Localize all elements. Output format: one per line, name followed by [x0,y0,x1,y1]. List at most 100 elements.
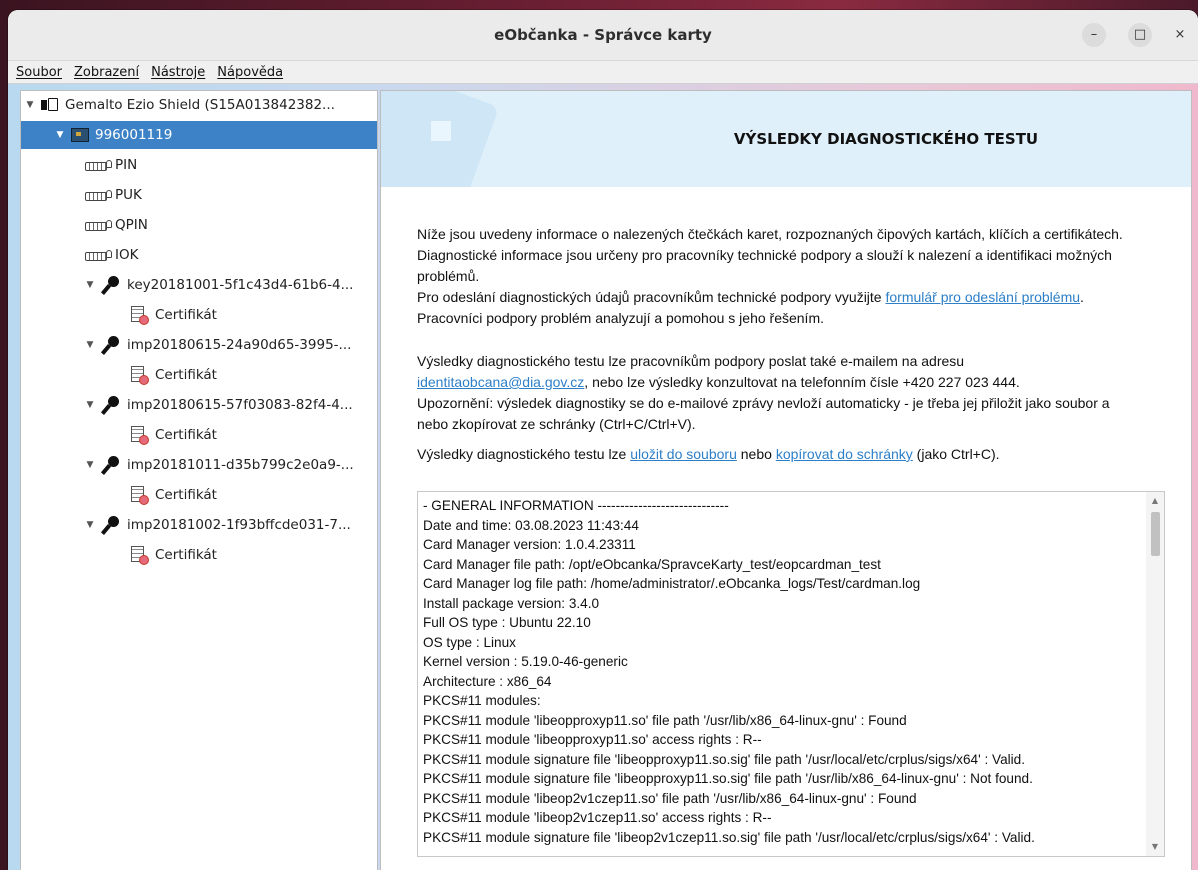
log-line: PKCS#11 module signature file 'libeoppro… [423,751,1026,767]
log-line: PKCS#11 module 'libeopproxyp11.so' file … [423,712,907,728]
key-icon [101,395,121,415]
page-title: VÝSLEDKY DIAGNOSTICKÉHO TESTU [733,130,1039,148]
copy-to-clipboard-link[interactable]: kopírovat do schránky [776,446,913,462]
tree-item-iok[interactable]: IOK [21,241,377,269]
intro-line: Pro odeslání diagnostických údajů pracov… [417,287,1171,308]
tree-item-key[interactable]: ▼ imp20181011-d35b799c2e0a9-... [21,451,377,479]
header-banner: VÝSLEDKY DIAGNOSTICKÉHO TESTU [381,91,1191,187]
log-line: Kernel version : 5.19.0-46-generic [423,654,628,669]
tree-item-key[interactable]: ▼ imp20181002-1f93bffcde031-7... [21,511,377,539]
expand-arrow-icon[interactable]: ▼ [85,400,95,410]
intro-line: Níže jsou uvedeny informace o nalezených… [417,226,1123,242]
save-to-file-link[interactable]: uložit do souboru [630,446,737,462]
reader-label: Gemalto Ezio Shield (S15A013842382... [65,97,335,113]
certificate-label: Certifikát [155,367,217,383]
key-label: imp20180615-57f03083-82f4-4... [127,397,353,413]
maximize-button[interactable]: □ [1128,23,1152,47]
intro-line: problémů. [417,268,480,284]
card-label: 996001119 [95,127,173,143]
intro-text: . [1080,289,1084,305]
tree-item-key[interactable]: ▼ imp20180615-24a90d65-3995-... [21,331,377,359]
expand-arrow-icon[interactable]: ▼ [85,280,95,290]
expand-arrow-icon[interactable]: ▼ [25,100,35,110]
tree-item-key[interactable]: ▼ key20181001-5f1c43d4-61b6-4... [21,271,377,299]
tree-item-certificate[interactable]: Certifikát [21,481,377,509]
pin-label: PIN [115,157,138,173]
log-line: Card Manager file path: /opt/eObcanka/Sp… [423,556,881,572]
email-line: identitaobcana@dia.gov.cz, nebo lze výsl… [417,372,1171,393]
card-tree[interactable]: ▼ Gemalto Ezio Shield (S15A013842382... … [20,90,378,870]
menu-soubor[interactable]: Soubor [10,65,68,80]
key-label: imp20181011-d35b799c2e0a9-... [127,457,354,473]
tree-item-certificate[interactable]: Certifikát [21,421,377,449]
pin-icon [85,189,113,201]
key-label: imp20181002-1f93bffcde031-7... [127,517,351,533]
scrollbar-thumb[interactable] [1151,512,1160,556]
email-text: , nebo lze výsledky konzultovat na telef… [584,374,1020,390]
log-line: PKCS#11 module 'libeop2v1czep11.so' acce… [423,810,772,825]
certificate-icon [129,365,149,385]
log-line: Full OS type : Ubuntu 22.10 [423,615,591,630]
certificate-label: Certifikát [155,547,217,563]
tree-item-pin[interactable]: PIN [21,151,377,179]
log-line: Card Manager version: 1.0.4.23311 [423,537,636,552]
save-paragraph: Výsledky diagnostického testu lze uložit… [417,444,1171,465]
key-label: key20181001-5f1c43d4-61b6-4... [127,277,354,293]
certificate-label: Certifikát [155,487,217,503]
log-line: Install package version: 3.4.0 [423,595,600,611]
tree-item-card[interactable]: ▼ 996001119 [21,121,377,149]
content-area: ▼ Gemalto Ezio Shield (S15A013842382... … [8,84,1198,870]
save-text: (jako Ctrl+C). [912,446,1000,462]
email-line: Výsledky diagnostického testu lze pracov… [417,353,965,369]
expand-arrow-icon[interactable]: ▼ [55,130,65,140]
certificate-icon [129,485,149,505]
card-reader-icon [41,98,59,112]
email-paragraph: Výsledky diagnostického testu lze pracov… [417,351,1171,435]
puk-label: PUK [115,187,142,203]
tree-item-key[interactable]: ▼ imp20180615-57f03083-82f4-4... [21,391,377,419]
title-bar[interactable]: eObčanka - Správce karty – □ × [8,10,1198,61]
log-line: OS type : Linux [423,634,516,650]
email-line: Upozornění: výsledek diagnostiky se do e… [417,395,1110,411]
support-email-link[interactable]: identitaobcana@dia.gov.cz [417,374,584,390]
tree-item-certificate[interactable]: Certifikát [21,361,377,389]
scroll-up-icon[interactable]: ▲ [1146,494,1164,508]
log-line: PKCS#11 module signature file 'libeoppro… [423,771,1033,786]
menu-bar: Soubor Zobrazení Nástroje Nápověda [8,61,1198,84]
log-line: Date and time: 03.08.2023 11:43:44 [423,517,639,533]
tree-item-qpin[interactable]: QPIN [21,211,377,239]
tree-item-puk[interactable]: PUK [21,181,377,209]
expand-arrow-icon[interactable]: ▼ [85,520,95,530]
pin-icon [85,219,113,231]
diagnostics-log[interactable]: - GENERAL INFORMATION ------------------… [417,491,1165,857]
smart-card-icon [71,128,89,142]
iok-label: IOK [115,247,139,263]
scroll-down-icon[interactable]: ▼ [1146,840,1164,854]
menu-nastroje[interactable]: Nástroje [145,65,211,80]
minimize-button[interactable]: – [1082,23,1106,47]
key-icon [101,275,121,295]
certificate-icon [129,425,149,445]
log-lines: - GENERAL INFORMATION ------------------… [423,496,1138,847]
tree-item-certificate[interactable]: Certifikát [21,541,377,569]
certificate-label: Certifikát [155,307,217,323]
problem-form-link[interactable]: formulář pro odeslání problému [885,289,1080,305]
window-title: eObčanka - Správce karty [494,26,712,44]
close-button[interactable]: × [1168,23,1192,47]
intro-line: Diagnostické informace jsou určeny pro p… [417,247,1112,263]
expand-arrow-icon[interactable]: ▼ [85,460,95,470]
log-line: PKCS#11 module 'libeopproxyp11.so' acces… [423,732,762,747]
tree-item-reader[interactable]: ▼ Gemalto Ezio Shield (S15A013842382... [21,91,377,119]
log-line: Card Manager log file path: /home/admini… [423,576,921,591]
intro-text: Pro odeslání diagnostických údajů pracov… [417,289,886,305]
certificate-icon [129,305,149,325]
menu-zobrazeni[interactable]: Zobrazení [68,65,145,80]
pin-icon [85,249,113,261]
menu-napoveda[interactable]: Nápověda [211,65,289,80]
expand-arrow-icon[interactable]: ▼ [85,340,95,350]
key-icon [101,335,121,355]
log-scrollbar[interactable]: ▲ ▼ [1146,492,1164,856]
certificate-label: Certifikát [155,427,217,443]
tree-item-certificate[interactable]: Certifikát [21,301,377,329]
log-line: PKCS#11 modules: [423,693,541,708]
